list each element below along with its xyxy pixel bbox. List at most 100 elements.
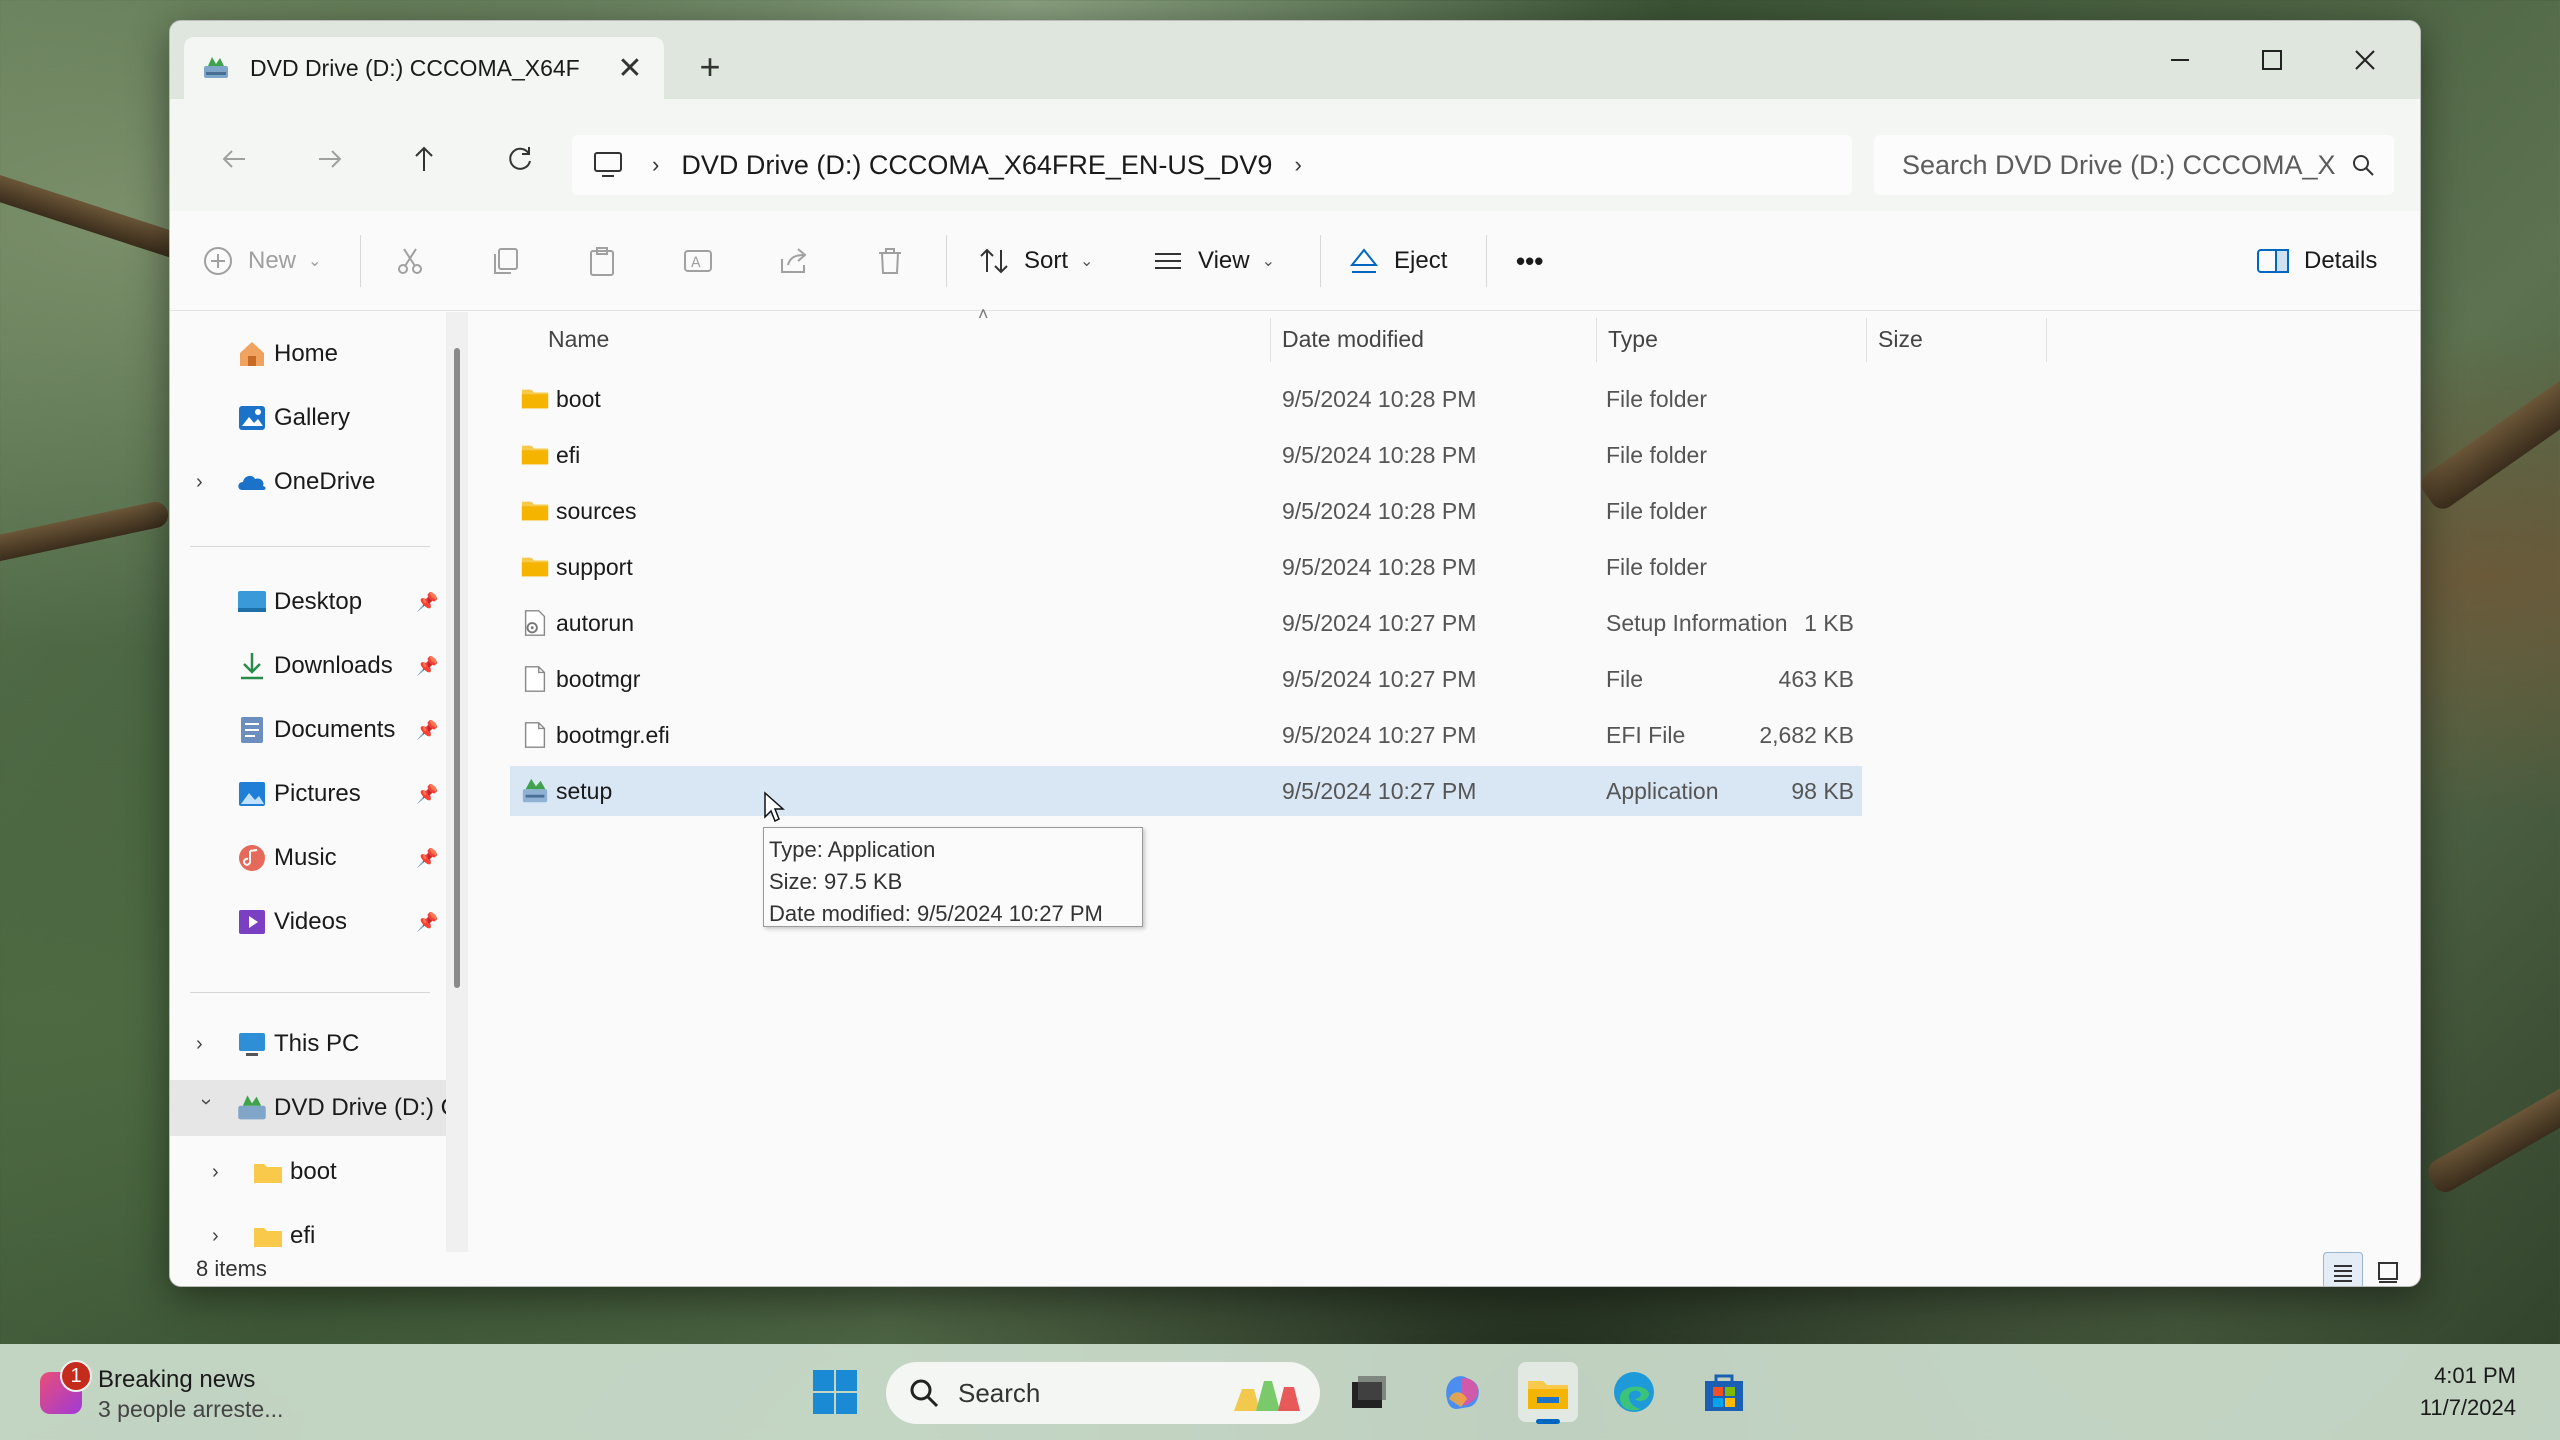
rename-button[interactable]: A [682,231,728,291]
share-button[interactable] [778,231,824,291]
column-divider[interactable] [1270,318,1271,362]
search-icon [910,1379,939,1408]
new-button[interactable]: New ⌄ [202,231,321,291]
copy-button[interactable] [490,231,536,291]
sort-button[interactable]: Sort ⌄ [978,231,1093,291]
back-button[interactable] [206,131,262,187]
sidebar-item-boot[interactable]: › boot [170,1144,448,1200]
up-button[interactable] [396,131,452,187]
chevron-right-icon[interactable]: › [652,152,659,178]
folder-icon [254,1228,282,1247]
file-type: File [1606,665,1644,692]
view-button[interactable]: View ⌄ [1152,231,1275,291]
chevron-right-icon[interactable]: › [196,1033,216,1056]
file-icon [520,720,550,750]
file-date: 9/5/2024 10:27 PM [1282,777,1477,804]
file-row-efi[interactable]: efi 9/5/2024 10:28 PM File folder [510,430,1862,480]
maximize-button[interactable] [2227,35,2317,85]
pin-icon[interactable]: 📌 [416,592,438,613]
chevron-right-icon[interactable]: › [1294,152,1301,178]
search-box[interactable]: Search DVD Drive (D:) CCCOMA_X [1874,135,2394,195]
sidebar-item-gallery[interactable]: Gallery [170,390,448,446]
sidebar-item-videos[interactable]: Videos 📌 [170,894,448,950]
close-button[interactable] [2320,35,2410,85]
tab-title: DVD Drive (D:) CCCOMA_X64F [250,54,580,81]
chevron-down-icon[interactable]: › [195,1098,218,1118]
copilot-button[interactable] [1432,1362,1492,1422]
sidebar-item-onedrive[interactable]: › OneDrive [170,454,448,510]
pin-icon[interactable]: 📌 [416,848,438,869]
file-name: setup [556,777,613,804]
clock-date: 11/7/2024 [2419,1395,2516,1420]
new-tab-button[interactable]: + [690,49,730,85]
column-divider[interactable] [1866,318,1867,362]
column-header-name[interactable]: Name [510,312,1270,366]
news-widget[interactable]: 1 Breaking news 3 people arreste... [34,1360,354,1424]
store-button[interactable] [1694,1362,1754,1422]
edge-icon [1614,1372,1654,1412]
file-row-boot[interactable]: boot 9/5/2024 10:28 PM File folder [510,374,1862,424]
column-label: Date modified [1282,325,1424,352]
breadcrumb[interactable]: DVD Drive (D:) CCCOMA_X64FRE_EN-US_DV9 [681,150,1272,181]
refresh-button[interactable] [492,131,548,187]
pin-icon[interactable]: 📌 [416,720,438,741]
sidebar-item-dvd-drive[interactable]: › DVD Drive (D:) C [170,1080,448,1136]
eject-button[interactable]: Eject [1348,231,1447,291]
details-view-button[interactable] [2323,1252,2363,1286]
column-header-size[interactable]: Size [1870,312,2046,366]
file-row-support[interactable]: support 9/5/2024 10:28 PM File folder [510,542,1862,592]
sidebar-item-downloads[interactable]: Downloads 📌 [170,638,448,694]
address-bar[interactable]: › DVD Drive (D:) CCCOMA_X64FRE_EN-US_DV9… [572,135,1852,195]
file-name: autorun [556,609,635,636]
file-row-bootmgr-efi[interactable]: bootmgr.efi 9/5/2024 10:27 PM EFI File 2,68… [510,710,1862,760]
pin-icon[interactable]: 📌 [416,912,438,933]
taskbar-search[interactable]: Search [886,1362,1320,1424]
minimize-button[interactable] [2135,35,2225,85]
this-pc-icon [239,1033,265,1056]
file-row-autorun[interactable]: autorun 9/5/2024 10:27 PM Setup Informatio… [510,598,1862,648]
sidebar-item-label: DVD Drive (D:) C [274,1094,448,1121]
file-explorer-button[interactable] [1518,1362,1578,1424]
sidebar-scrollbar[interactable] [446,312,468,1252]
sidebar-item-music[interactable]: Music 📌 [170,830,448,886]
system-clock[interactable]: 4:01 PM 11/7/2024 [2420,1360,2516,1424]
scrollbar-thumb[interactable] [454,348,460,988]
edge-button[interactable] [1604,1362,1664,1422]
file-row-sources[interactable]: sources 9/5/2024 10:28 PM File folder [510,486,1862,536]
eject-label: Eject [1394,247,1448,274]
cut-button[interactable] [394,231,440,291]
pin-icon[interactable]: 📌 [416,656,438,677]
sidebar-item-home[interactable]: Home [170,326,448,382]
tab-dvd-drive[interactable]: DVD Drive (D:) CCCOMA_X64F ✕ [184,37,664,99]
sidebar-item-desktop[interactable]: Desktop 📌 [170,574,448,630]
more-options-button[interactable]: ••• [1516,231,1543,291]
file-row-bootmgr[interactable]: bootmgr 9/5/2024 10:27 PM File 463 KB [510,654,1862,704]
start-button[interactable] [805,1362,865,1422]
file-type: Application [1606,777,1719,804]
chevron-right-icon[interactable]: › [196,471,216,494]
sidebar-item-label: Home [274,340,339,367]
task-view-button[interactable] [1338,1362,1398,1422]
delete-button[interactable] [874,231,920,291]
file-date: 9/5/2024 10:28 PM [1282,385,1477,412]
column-header-type[interactable]: Type [1600,312,1866,366]
sidebar-item-thispc[interactable]: › This PC [170,1016,448,1072]
chevron-right-icon[interactable]: › [212,1161,232,1184]
tiles-view-button[interactable] [2368,1252,2408,1286]
paste-button[interactable] [586,231,632,291]
column-divider[interactable] [2046,318,2047,362]
home-icon [240,342,264,366]
chevron-right-icon[interactable]: › [212,1225,232,1248]
file-row-setup[interactable]: setup 9/5/2024 10:27 PM Application 98 KB [510,766,1862,816]
divider [946,235,947,287]
sidebar-item-pictures[interactable]: Pictures 📌 [170,766,448,822]
search-input[interactable]: Search DVD Drive (D:) CCCOMA_X [1902,150,2350,181]
column-divider[interactable] [1596,318,1597,362]
file-date: 9/5/2024 10:28 PM [1282,441,1477,468]
forward-button[interactable] [302,131,358,187]
sidebar-item-documents[interactable]: Documents 📌 [170,702,448,758]
pin-icon[interactable]: 📌 [416,784,438,805]
close-tab-icon[interactable]: ✕ [614,51,646,86]
details-pane-button[interactable]: Details [2256,231,2377,291]
column-header-date[interactable]: Date modified [1274,312,1596,366]
